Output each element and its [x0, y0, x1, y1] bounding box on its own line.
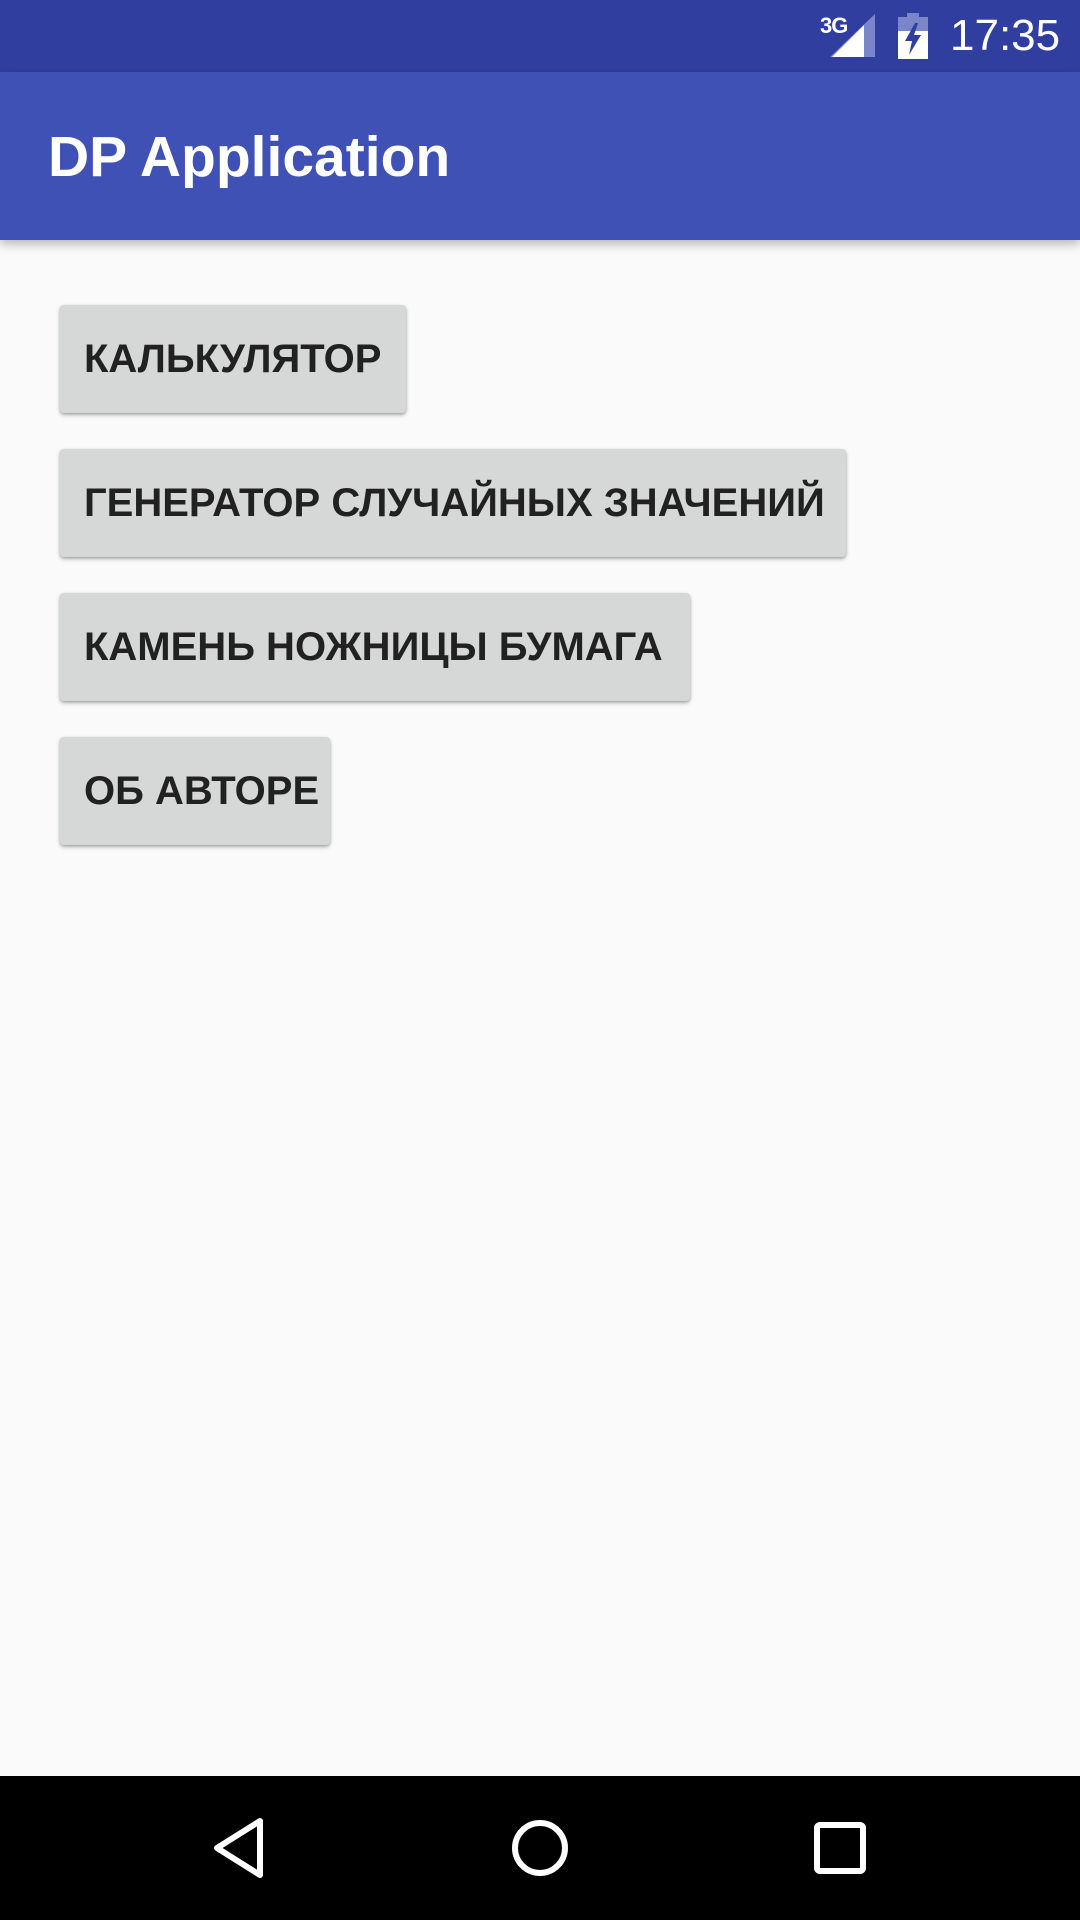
main-content: КАЛЬКУЛЯТОР ГЕНЕРАТОР СЛУЧАЙНЫХ ЗНАЧЕНИЙ… [0, 240, 1080, 1776]
random-generator-button[interactable]: ГЕНЕРАТОР СЛУЧАЙНЫХ ЗНАЧЕНИЙ [60, 449, 846, 557]
signal-icon [830, 14, 875, 57]
battery-charging-icon [898, 13, 928, 59]
status-bar: 3G 17:35 [0, 0, 1080, 72]
back-icon[interactable] [190, 1798, 290, 1898]
app-title: DP Application [48, 125, 451, 189]
navigation-bar [0, 1776, 1080, 1920]
about-author-button[interactable]: ОБ АВТОРЕ [60, 737, 330, 845]
rock-paper-scissors-button[interactable]: КАМЕНЬ НОЖНИЦЫ БУМАГА [60, 593, 690, 701]
calculator-button[interactable]: КАЛЬКУЛЯТОР [60, 305, 406, 413]
status-clock: 17:35 [950, 11, 1061, 60]
home-icon[interactable] [490, 1798, 590, 1898]
app-bar: DP Application [0, 72, 1080, 240]
recent-apps-icon[interactable] [790, 1798, 890, 1898]
